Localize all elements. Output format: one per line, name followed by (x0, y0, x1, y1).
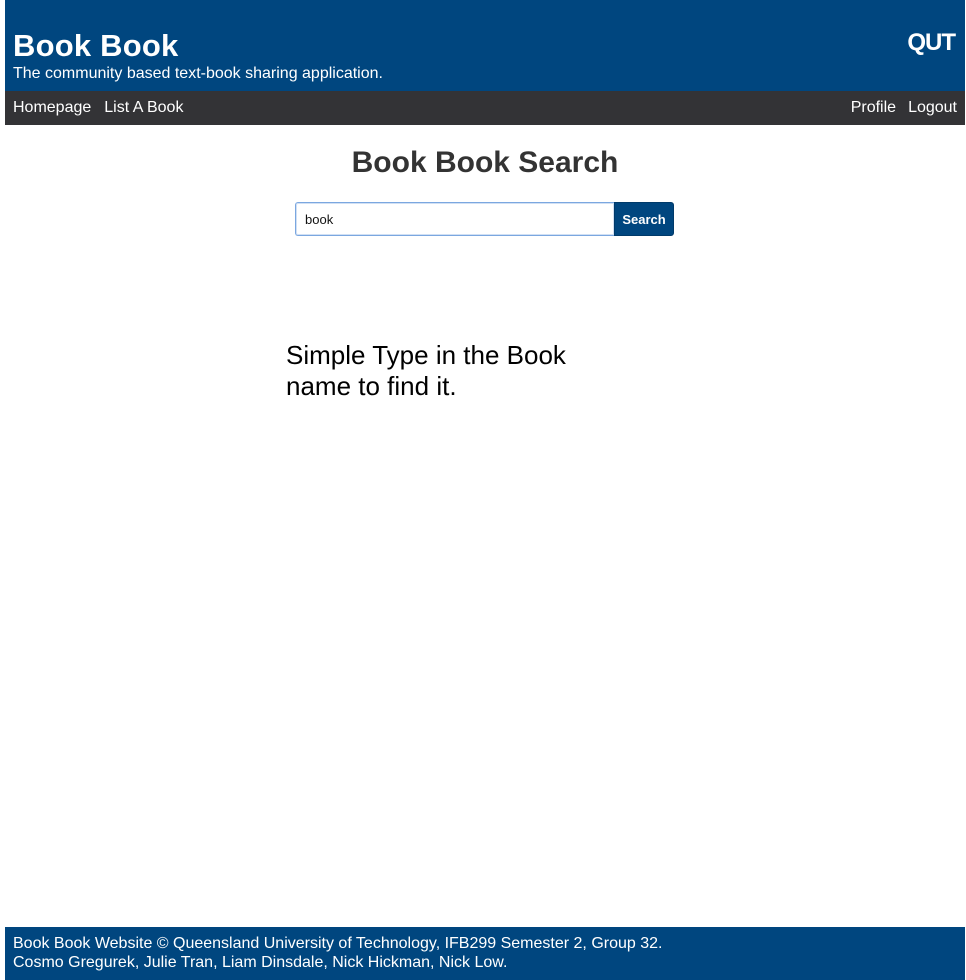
site-title[interactable]: Book Book (13, 29, 178, 62)
search-input[interactable] (295, 202, 614, 236)
nav-right: Profile Logout (839, 91, 957, 125)
navbar: Homepage List A Book Profile Logout (5, 91, 965, 125)
site-footer: Book Book Website © Queensland Universit… (5, 927, 965, 980)
site-tagline: The community based text-book sharing ap… (13, 65, 383, 82)
qut-logo[interactable]: QUT (907, 30, 956, 56)
nav-link-profile[interactable]: Profile (851, 99, 896, 117)
search-form: Search (295, 202, 674, 236)
nav-link-list-a-book[interactable]: List A Book (104, 99, 183, 117)
nav-link-homepage[interactable]: Homepage (13, 99, 91, 117)
search-help-text: Simple Type in the Book name to find it. (286, 340, 566, 401)
search-title: Book Book Search (351, 146, 619, 179)
footer-authors: Cosmo Gregurek, Julie Tran, Liam Dinsdal… (13, 954, 508, 971)
search-button[interactable]: Search (614, 202, 674, 236)
nav-link-logout[interactable]: Logout (908, 99, 957, 117)
site-header: Book Book The community based text-book … (5, 0, 965, 91)
nav-left: Homepage List A Book (13, 91, 196, 125)
page: Book Book The community based text-book … (0, 0, 966, 980)
footer-copyright: Book Book Website © Queensland Universit… (13, 935, 663, 952)
